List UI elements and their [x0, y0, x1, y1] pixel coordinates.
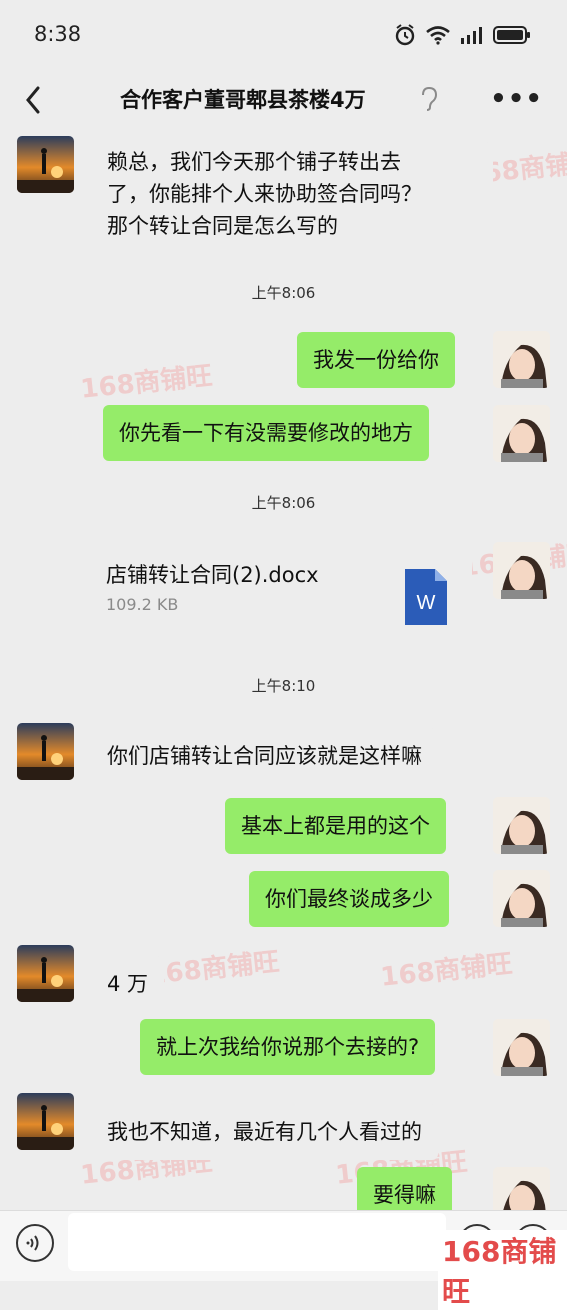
file-attachment[interactable]: 店铺转让合同(2).docx 109.2 KB W	[88, 535, 472, 635]
battery-icon	[493, 26, 530, 44]
watermark: 168商铺旺	[379, 949, 514, 993]
contact-avatar[interactable]	[17, 945, 74, 1002]
status-time: 8:38	[34, 22, 82, 46]
message-text: 你们店铺转让合同应该就是这样嘛	[107, 744, 422, 768]
message-text: 你先看一下有没需要修改的地方	[119, 421, 413, 445]
message-text: 就上次我给你说那个去接的?	[156, 1035, 420, 1059]
message-text: 赖总，我们今天那个铺子转出去	[107, 150, 401, 174]
message-text: 要得嘛	[373, 1183, 436, 1207]
contact-avatar[interactable]	[17, 1093, 74, 1150]
message-text: 你们最终谈成多少	[265, 887, 433, 911]
message-bubble[interactable]: 赖总，我们今天那个铺子转出去 了，你能排个人来协助签合同吗？ 那个转让合同是怎么…	[91, 142, 493, 246]
message-bubble[interactable]: 要得嘛	[357, 1167, 452, 1210]
ear-icon	[422, 86, 438, 111]
self-avatar[interactable]	[493, 1167, 550, 1210]
message-bubble[interactable]: 我也不知道，最近有几个人看过的	[91, 1104, 438, 1160]
timestamp: 上午8:10	[251, 677, 316, 695]
message-bubble[interactable]: 我发一份给你	[297, 332, 455, 388]
message-bubble[interactable]: 你们店铺转让合同应该就是这样嘛	[91, 728, 438, 784]
watermark-logo: 168商铺旺	[438, 1230, 567, 1310]
self-avatar[interactable]	[493, 870, 550, 927]
message-text: 我发一份给你	[313, 348, 439, 372]
status-bar: 8:38	[0, 0, 567, 70]
file-name: 店铺转让合同(2).docx	[106, 563, 319, 587]
self-avatar[interactable]	[493, 405, 550, 462]
message-bubble[interactable]: 你们最终谈成多少	[249, 871, 449, 927]
message-text: 了，你能排个人来协助签合同吗？	[107, 182, 422, 206]
signal-icon	[461, 27, 482, 44]
message-list[interactable]: 168商铺旺 168商铺旺 168商铺旺 168商铺旺 168商铺旺 168商铺…	[0, 130, 567, 1210]
self-avatar[interactable]	[493, 331, 550, 388]
back-arrow-icon[interactable]	[20, 82, 50, 118]
contact-avatar[interactable]	[17, 136, 74, 193]
message-bubble[interactable]: 你先看一下有没需要修改的地方	[103, 405, 429, 461]
message-input[interactable]	[68, 1213, 446, 1271]
svg-text:W: W	[417, 592, 436, 614]
timestamp: 上午8:06	[251, 494, 316, 512]
watermark: 168商铺旺	[79, 361, 214, 405]
chat-header: 合作客户董哥郫县茶楼4万 •••	[0, 70, 567, 130]
message-bubble[interactable]: 就上次我给你说那个去接的?	[140, 1019, 436, 1075]
word-document-icon: W	[405, 569, 447, 625]
alarm-icon	[395, 24, 415, 46]
self-avatar[interactable]	[493, 797, 550, 854]
status-icons	[394, 24, 531, 46]
contact-avatar[interactable]	[17, 723, 74, 780]
message-text: 基本上都是用的这个	[241, 814, 430, 838]
voice-input-icon[interactable]	[16, 1224, 54, 1262]
timestamp: 上午8:06	[251, 284, 316, 302]
message-text: 我也不知道，最近有几个人看过的	[107, 1120, 422, 1144]
self-avatar[interactable]	[493, 1019, 550, 1076]
self-avatar[interactable]	[493, 542, 550, 599]
file-size: 109.2 KB	[106, 595, 179, 614]
chat-title: 合作客户董哥郫县茶楼4万	[120, 88, 366, 112]
more-options-icon[interactable]: •••	[490, 84, 543, 114]
watermark: 168商铺旺	[146, 947, 281, 991]
wifi-icon	[426, 26, 450, 45]
message-text: 4 万	[107, 972, 149, 996]
message-bubble[interactable]: 基本上都是用的这个	[225, 798, 446, 854]
message-bubble[interactable]: 4 万	[91, 956, 165, 1012]
message-text: 那个转让合同是怎么写的	[107, 214, 338, 238]
